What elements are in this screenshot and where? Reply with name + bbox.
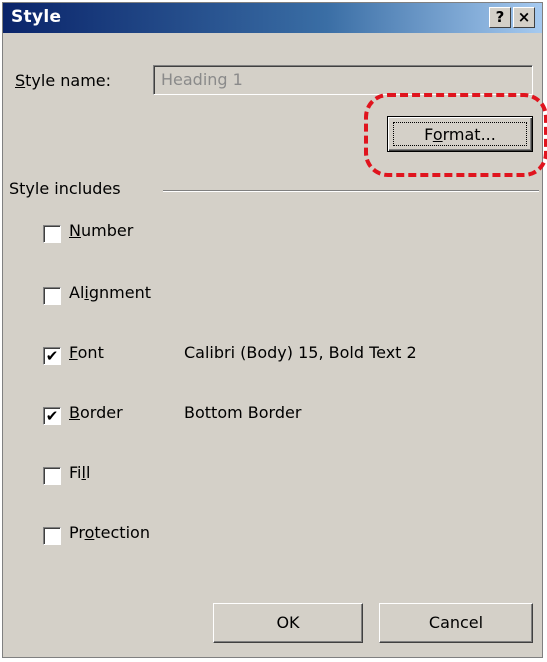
protection-label-end: tection — [94, 523, 150, 542]
protection-label[interactable]: Protection — [69, 523, 150, 542]
style-name-label-accel: S — [15, 71, 26, 90]
border-detail: Bottom Border — [184, 403, 302, 422]
border-checkbox[interactable]: ✔ — [43, 407, 61, 425]
fill-label-end: l — [85, 463, 91, 482]
style-name-field: Heading 1 — [153, 65, 533, 95]
fill-label-start: Fi — [69, 463, 82, 482]
format-button-label: Format... — [393, 122, 527, 146]
style-dialog: Style ? × Style name: Heading 1 Format..… — [2, 2, 547, 658]
border-label[interactable]: Border — [69, 403, 123, 422]
font-label-end: ont — [77, 343, 104, 362]
format-label-end: rmat... — [442, 125, 496, 144]
border-label-accel: B — [69, 403, 80, 422]
font-label-accel: F — [69, 343, 78, 362]
protection-label-start: Pr — [69, 523, 85, 542]
alignment-label[interactable]: Alignment — [69, 283, 151, 302]
protection-label-accel: o — [84, 523, 95, 542]
fill-label[interactable]: Fill — [69, 463, 90, 482]
alignment-checkbox[interactable] — [43, 287, 61, 305]
border-label-end: order — [79, 403, 123, 422]
number-label-end: umber — [80, 221, 134, 240]
alignment-label-start: Al — [69, 283, 85, 302]
font-label[interactable]: Font — [69, 343, 104, 362]
font-detail: Calibri (Body) 15, Bold Text 2 — [184, 343, 417, 362]
close-button[interactable]: × — [513, 7, 535, 28]
format-button[interactable]: Format... — [387, 116, 533, 152]
title-bar[interactable]: Style ? × — [3, 3, 542, 33]
format-label-accel: o — [432, 125, 443, 144]
protection-checkbox[interactable] — [43, 527, 61, 545]
number-checkbox[interactable] — [43, 225, 61, 243]
fill-checkbox[interactable] — [43, 467, 61, 485]
style-includes-label: Style includes — [9, 179, 121, 198]
alignment-label-end: gnment — [88, 283, 151, 302]
number-label-accel: N — [69, 221, 81, 240]
group-divider — [163, 190, 539, 192]
cancel-button[interactable]: Cancel — [379, 603, 533, 643]
help-button[interactable]: ? — [489, 7, 511, 28]
font-checkbox[interactable]: ✔ — [43, 347, 61, 365]
number-label[interactable]: Number — [69, 221, 133, 240]
ok-button[interactable]: OK — [213, 603, 363, 643]
dialog-title: Style — [11, 7, 62, 27]
style-name-label: Style name: — [15, 71, 111, 90]
style-name-label-text: tyle name: — [25, 71, 112, 90]
format-label-start: F — [424, 125, 433, 144]
